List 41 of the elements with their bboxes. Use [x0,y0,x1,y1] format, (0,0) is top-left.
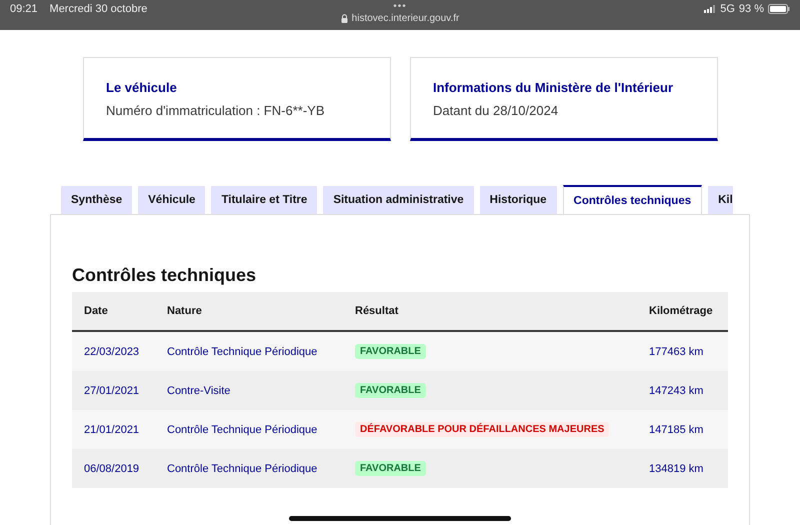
tab[interactable]: Synthèse [61,186,132,214]
card-text: Numéro d'immatriculation : FN-6**-YB [106,103,326,118]
tab[interactable]: Véhicule [138,186,206,214]
signal-icon [704,5,716,13]
result-badge: FAVORABLE [355,344,426,359]
date-cell: 22/03/2023 [72,331,155,371]
tab[interactable]: Contrôles techniques [562,185,702,214]
mileage-cell: 134819 km [637,449,728,488]
result-badge: FAVORABLE [355,461,426,476]
url-text[interactable]: histovec.interieur.gouv.fr [352,13,460,24]
result-badge: FAVORABLE [355,383,426,398]
result-badge: DÉFAVORABLE POUR DÉFAILLANCES MAJEURES [355,422,610,437]
column-header: Date [72,292,155,331]
date-cell: 06/08/2019 [72,449,155,488]
nature-cell: Contrôle Technique Périodique [155,331,343,371]
lock-icon [340,14,348,23]
battery-icon [768,4,790,14]
nature-cell: Contre-Visite [155,371,343,410]
nature-cell: Contrôle Technique Périodique [155,410,343,449]
tab-dots[interactable]: ••• [393,1,407,13]
tab[interactable]: Historique [480,186,557,214]
mileage-cell: 147185 km [637,410,728,449]
tab[interactable]: Situation administrative [323,186,474,214]
nature-cell: Contrôle Technique Périodique [155,449,343,488]
network-label: 5G [720,3,735,15]
section-title: Contrôles techniques [72,265,258,286]
tab[interactable]: Titulaire et Titre [211,186,318,214]
card-title: Informations du Ministère de l'Intérieur [433,80,674,95]
mileage-cell: 177463 km [637,331,728,371]
column-header: Résultat [343,292,637,331]
status-time: 09:21 [10,3,38,15]
tab[interactable]: Kil [708,186,733,214]
date-cell: 21/01/2021 [72,410,155,449]
battery-percent: 93 % [738,3,764,15]
column-header: Nature [155,292,343,331]
column-header: Kilométrage [637,292,728,331]
mileage-cell: 147243 km [637,371,728,410]
status-date: Mercredi 30 octobre [50,3,148,15]
date-cell: 27/01/2021 [72,371,155,410]
card-title: Le véhicule [106,80,178,95]
card-text: Datant du 28/10/2024 [433,103,560,118]
